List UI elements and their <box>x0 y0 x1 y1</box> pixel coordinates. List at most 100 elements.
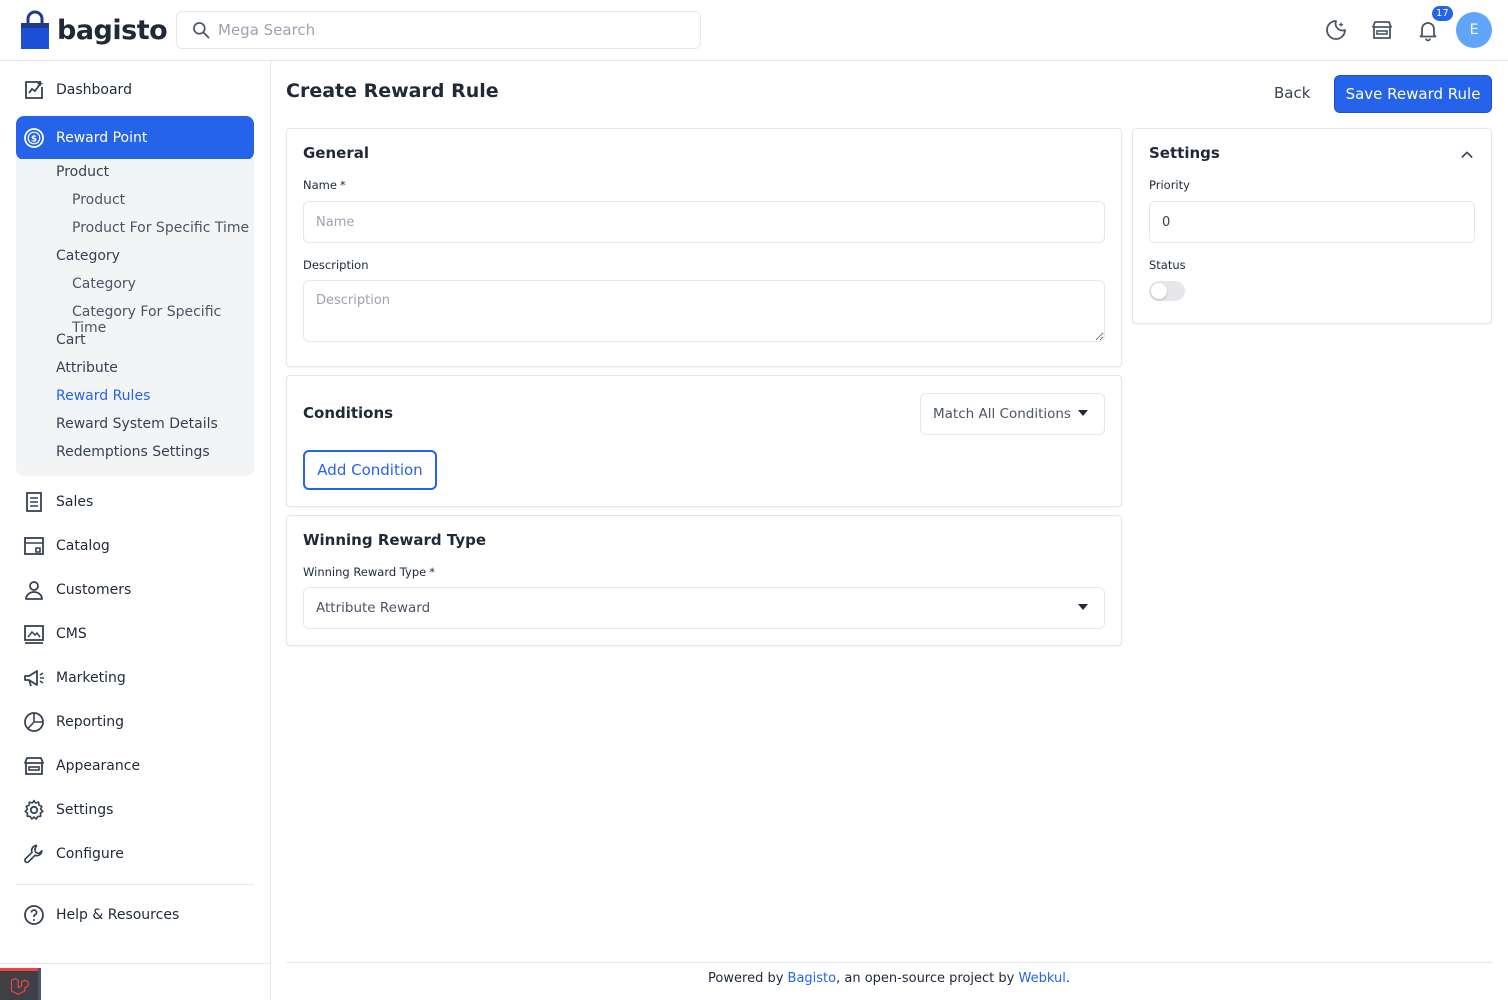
back-button[interactable]: Back <box>1262 78 1322 108</box>
settings-card: Settings Priority Status <box>1132 128 1492 324</box>
caret-down-icon <box>1078 604 1088 610</box>
sidebar-item-appearance[interactable]: Appearance <box>16 744 254 788</box>
top-header: bagisto 17 E <box>0 0 1508 61</box>
sidebar-item-reward-point[interactable]: $ Reward Point <box>16 116 254 160</box>
winning-reward-type-label: Winning Reward Type * <box>303 565 435 579</box>
logo-text: bagisto <box>57 14 168 46</box>
submenu-item-product[interactable]: Product <box>56 164 109 180</box>
sidebar-item-label: Dashboard <box>56 82 132 98</box>
svg-text:$: $ <box>31 135 37 145</box>
name-label: Name * <box>303 178 346 192</box>
sidebar-item-label: Appearance <box>56 758 141 774</box>
footer-middle: , an open-source project by <box>836 971 1019 986</box>
sidebar-item-label: Sales <box>56 494 94 510</box>
sidebar-item-settings[interactable]: Settings <box>16 788 254 832</box>
sidebar-item-label: Settings <box>56 802 114 818</box>
webkul-link[interactable]: Webkul <box>1018 971 1065 986</box>
submenu-item-category[interactable]: Category <box>56 248 120 264</box>
submenu-item-cart[interactable]: Cart <box>56 332 86 348</box>
bagisto-link[interactable]: Bagisto <box>788 971 837 986</box>
sidebar-item-catalog[interactable]: Catalog <box>16 524 254 568</box>
debugbar-tab <box>0 968 38 1000</box>
sidebar-item-configure[interactable]: Configure <box>16 832 254 876</box>
description-textarea[interactable] <box>303 280 1105 342</box>
submenu-item-category-sub[interactable]: Category <box>72 276 136 292</box>
priority-label: Priority <box>1149 178 1190 192</box>
pie-chart-icon <box>24 712 44 732</box>
sidebar-item-label: Marketing <box>56 670 126 686</box>
submenu-item-product-specific-time[interactable]: Product For Specific Time <box>72 220 249 236</box>
sidebar-item-label: Help & Resources <box>56 907 180 923</box>
description-label: Description <box>303 258 369 272</box>
status-label: Status <box>1149 258 1186 272</box>
sidebar-item-label: Configure <box>56 846 124 862</box>
dark-mode-icon[interactable] <box>1324 18 1348 42</box>
submenu-item-category-specific-time[interactable]: Category For Specific Time <box>72 304 254 336</box>
footer-suffix: . <box>1065 971 1070 986</box>
footer-divider <box>286 962 1492 963</box>
sidebar-item-dashboard[interactable]: Dashboard <box>16 68 254 112</box>
avatar[interactable]: E <box>1456 12 1492 48</box>
wrench-icon <box>24 844 43 864</box>
add-condition-button[interactable]: Add Condition <box>303 450 437 490</box>
store-icon <box>24 757 44 775</box>
general-card: General Name* Description <box>286 128 1122 367</box>
submenu-item-reward-system-details[interactable]: Reward System Details <box>56 416 218 432</box>
settings-title: Settings <box>1149 144 1220 162</box>
sidebar-item-reporting[interactable]: Reporting <box>16 700 254 744</box>
laravel-icon <box>10 977 29 995</box>
help-circle-icon <box>24 905 44 925</box>
footer-prefix: Powered by <box>708 971 788 986</box>
toggle-knob <box>1151 283 1167 299</box>
submenu-item-redemptions-settings[interactable]: Redemptions Settings <box>56 444 210 460</box>
sidebar-item-label: Reward Point <box>56 130 148 146</box>
priority-input[interactable] <box>1149 201 1475 243</box>
required-mark: * <box>429 565 435 579</box>
caret-down-icon <box>1078 410 1088 416</box>
sidebar-item-help[interactable]: Help & Resources <box>16 893 254 937</box>
sidebar-item-sales[interactable]: Sales <box>16 480 254 524</box>
gear-icon <box>24 799 44 820</box>
winning-reward-type-select[interactable]: Attribute Reward <box>303 587 1105 629</box>
footer: Powered by Bagisto, an open-source proje… <box>286 971 1492 986</box>
reward-point-submenu: Product Product Product For Specific Tim… <box>16 159 254 476</box>
receipt-icon <box>26 492 42 512</box>
shopping-bag-icon <box>21 10 49 49</box>
bagisto-logo[interactable]: bagisto <box>20 10 168 50</box>
winning-reward-type-card: Winning Reward Type Winning Reward Type *… <box>286 515 1122 646</box>
notification-badge: 17 <box>1430 4 1455 23</box>
search-icon <box>193 22 210 39</box>
debugbar-toggle[interactable] <box>0 968 41 1000</box>
general-title: General <box>303 144 369 162</box>
cms-icon <box>24 625 44 644</box>
mega-search[interactable] <box>176 11 701 49</box>
submenu-item-reward-rules[interactable]: Reward Rules <box>56 388 150 404</box>
required-mark: * <box>339 178 346 192</box>
dashboard-icon <box>25 81 43 99</box>
sidebar-item-label: Customers <box>56 582 132 598</box>
storefront-icon[interactable] <box>1370 18 1394 42</box>
winning-reward-type-title: Winning Reward Type <box>303 531 487 549</box>
conditions-card: Conditions Match All Conditions Add Cond… <box>286 375 1122 507</box>
winning-reward-type-label-text: Winning Reward Type <box>303 565 427 579</box>
status-toggle[interactable] <box>1149 281 1185 301</box>
submenu-item-attribute[interactable]: Attribute <box>56 360 118 376</box>
conditions-title: Conditions <box>303 404 394 422</box>
name-input[interactable] <box>303 201 1105 243</box>
submenu-item-product-sub[interactable]: Product <box>72 192 125 208</box>
person-icon <box>25 581 43 600</box>
page-title: Create Reward Rule <box>286 80 499 102</box>
sidebar-item-customers[interactable]: Customers <box>16 568 254 612</box>
winning-reward-type-value: Attribute Reward <box>316 600 431 616</box>
sidebar-item-cms[interactable]: CMS <box>16 612 254 656</box>
catalog-icon <box>24 537 44 555</box>
sidebar-item-label: CMS <box>56 626 87 642</box>
sidebar-item-marketing[interactable]: Marketing <box>16 656 254 700</box>
chevron-up-icon[interactable] <box>1459 147 1475 163</box>
sidebar-bottom-divider <box>0 963 270 964</box>
save-reward-rule-button[interactable]: Save Reward Rule <box>1334 75 1492 113</box>
sidebar-divider <box>16 884 254 885</box>
sidebar: Dashboard $ Reward Point Product Product… <box>0 61 271 1000</box>
match-conditions-select[interactable]: Match All Conditions <box>920 393 1105 435</box>
search-input[interactable] <box>177 12 700 48</box>
